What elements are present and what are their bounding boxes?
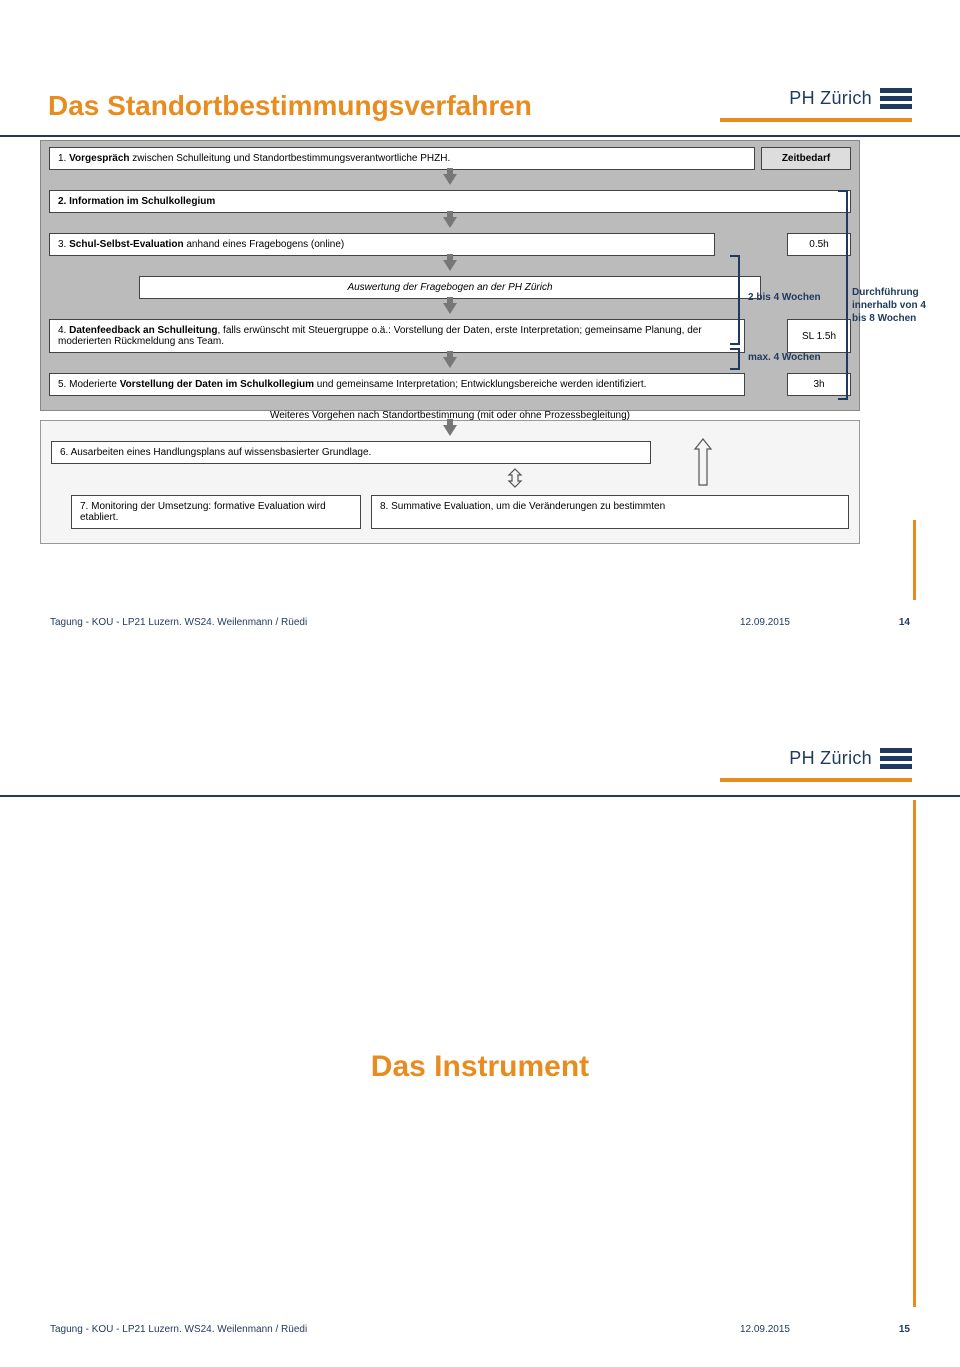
top-divider — [0, 795, 960, 797]
step-7: 7. Monitoring der Umsetzung: formative E… — [71, 495, 361, 529]
bracket-2 — [732, 348, 740, 370]
logo-stripes-icon — [880, 88, 912, 109]
step-8: 8. Summative Evaluation, um die Veränder… — [371, 495, 849, 529]
arrow-down-icon — [443, 217, 457, 228]
arrow-down-icon — [443, 174, 457, 185]
step-2: 2. Information im Schulkollegium — [49, 190, 851, 213]
logo-text: PH Zürich — [789, 748, 872, 769]
step-6: 6. Ausarbeiten eines Handlungsplans auf … — [51, 441, 651, 464]
slide-footer: Tagung - KOU - LP21 Luzern. WS24. Weilen… — [50, 1324, 910, 1335]
footer-date: 12.09.2015 — [740, 617, 790, 628]
bracket-outer — [840, 190, 848, 400]
logo-underline — [720, 118, 912, 122]
footer-page: 14 — [880, 617, 910, 628]
arrow-down-icon — [443, 260, 457, 271]
auswertung-box: Auswertung der Fragebogen an der PH Züri… — [139, 276, 761, 299]
slide-14: Das Standortbestimmungsverfahren PH Züri… — [0, 0, 960, 660]
step-5: 5. Moderierte Vorstellung der Daten im S… — [49, 373, 745, 396]
footer-date: 12.09.2015 — [740, 1324, 790, 1335]
bracket-outer-label: Durchführung innerhalb von 4 bis 8 Woche… — [852, 286, 932, 325]
slide-15: PH Zürich Das Instrument Tagung - KOU - … — [0, 660, 960, 1367]
process-phase-2: 6. Ausarbeiten eines Handlungsplans auf … — [40, 420, 860, 544]
slide-title: Das Instrument — [0, 1050, 960, 1084]
step-4: 4. Datenfeedback an Schulleitung, falls … — [49, 319, 745, 353]
ph-logo: PH Zürich — [789, 88, 912, 109]
slide-footer: Tagung - KOU - LP21 Luzern. WS24. Weilen… — [50, 617, 910, 628]
bidir-arrow-icon — [505, 468, 525, 488]
arrow-down-icon — [443, 357, 457, 368]
time-header: Zeitbedarf — [761, 147, 851, 170]
logo-stripes-icon — [880, 748, 912, 769]
right-border — [913, 520, 916, 600]
footer-left: Tagung - KOU - LP21 Luzern. WS24. Weilen… — [50, 1324, 307, 1335]
ph-logo: PH Zürich — [789, 748, 912, 769]
slide-title: Das Standortbestimmungsverfahren — [48, 90, 532, 122]
up-arrow-icon — [691, 437, 715, 487]
arrow-down-icon — [443, 425, 457, 436]
step-3: 3. Schul-Selbst-Evaluation anhand eines … — [49, 233, 715, 256]
footer-left: Tagung - KOU - LP21 Luzern. WS24. Weilen… — [50, 617, 307, 628]
top-divider — [0, 135, 960, 137]
step-1: 1. Vorgespräch zwischen Schulleitung und… — [49, 147, 755, 170]
bracket-2-label: max. 4 Wochen — [748, 352, 821, 363]
footer-page: 15 — [880, 1324, 910, 1335]
arrow-down-icon — [443, 303, 457, 314]
logo-text: PH Zürich — [789, 88, 872, 109]
bracket-1 — [732, 255, 740, 345]
logo-underline — [720, 778, 912, 782]
bracket-1-label: 2 bis 4 Wochen — [748, 292, 821, 303]
